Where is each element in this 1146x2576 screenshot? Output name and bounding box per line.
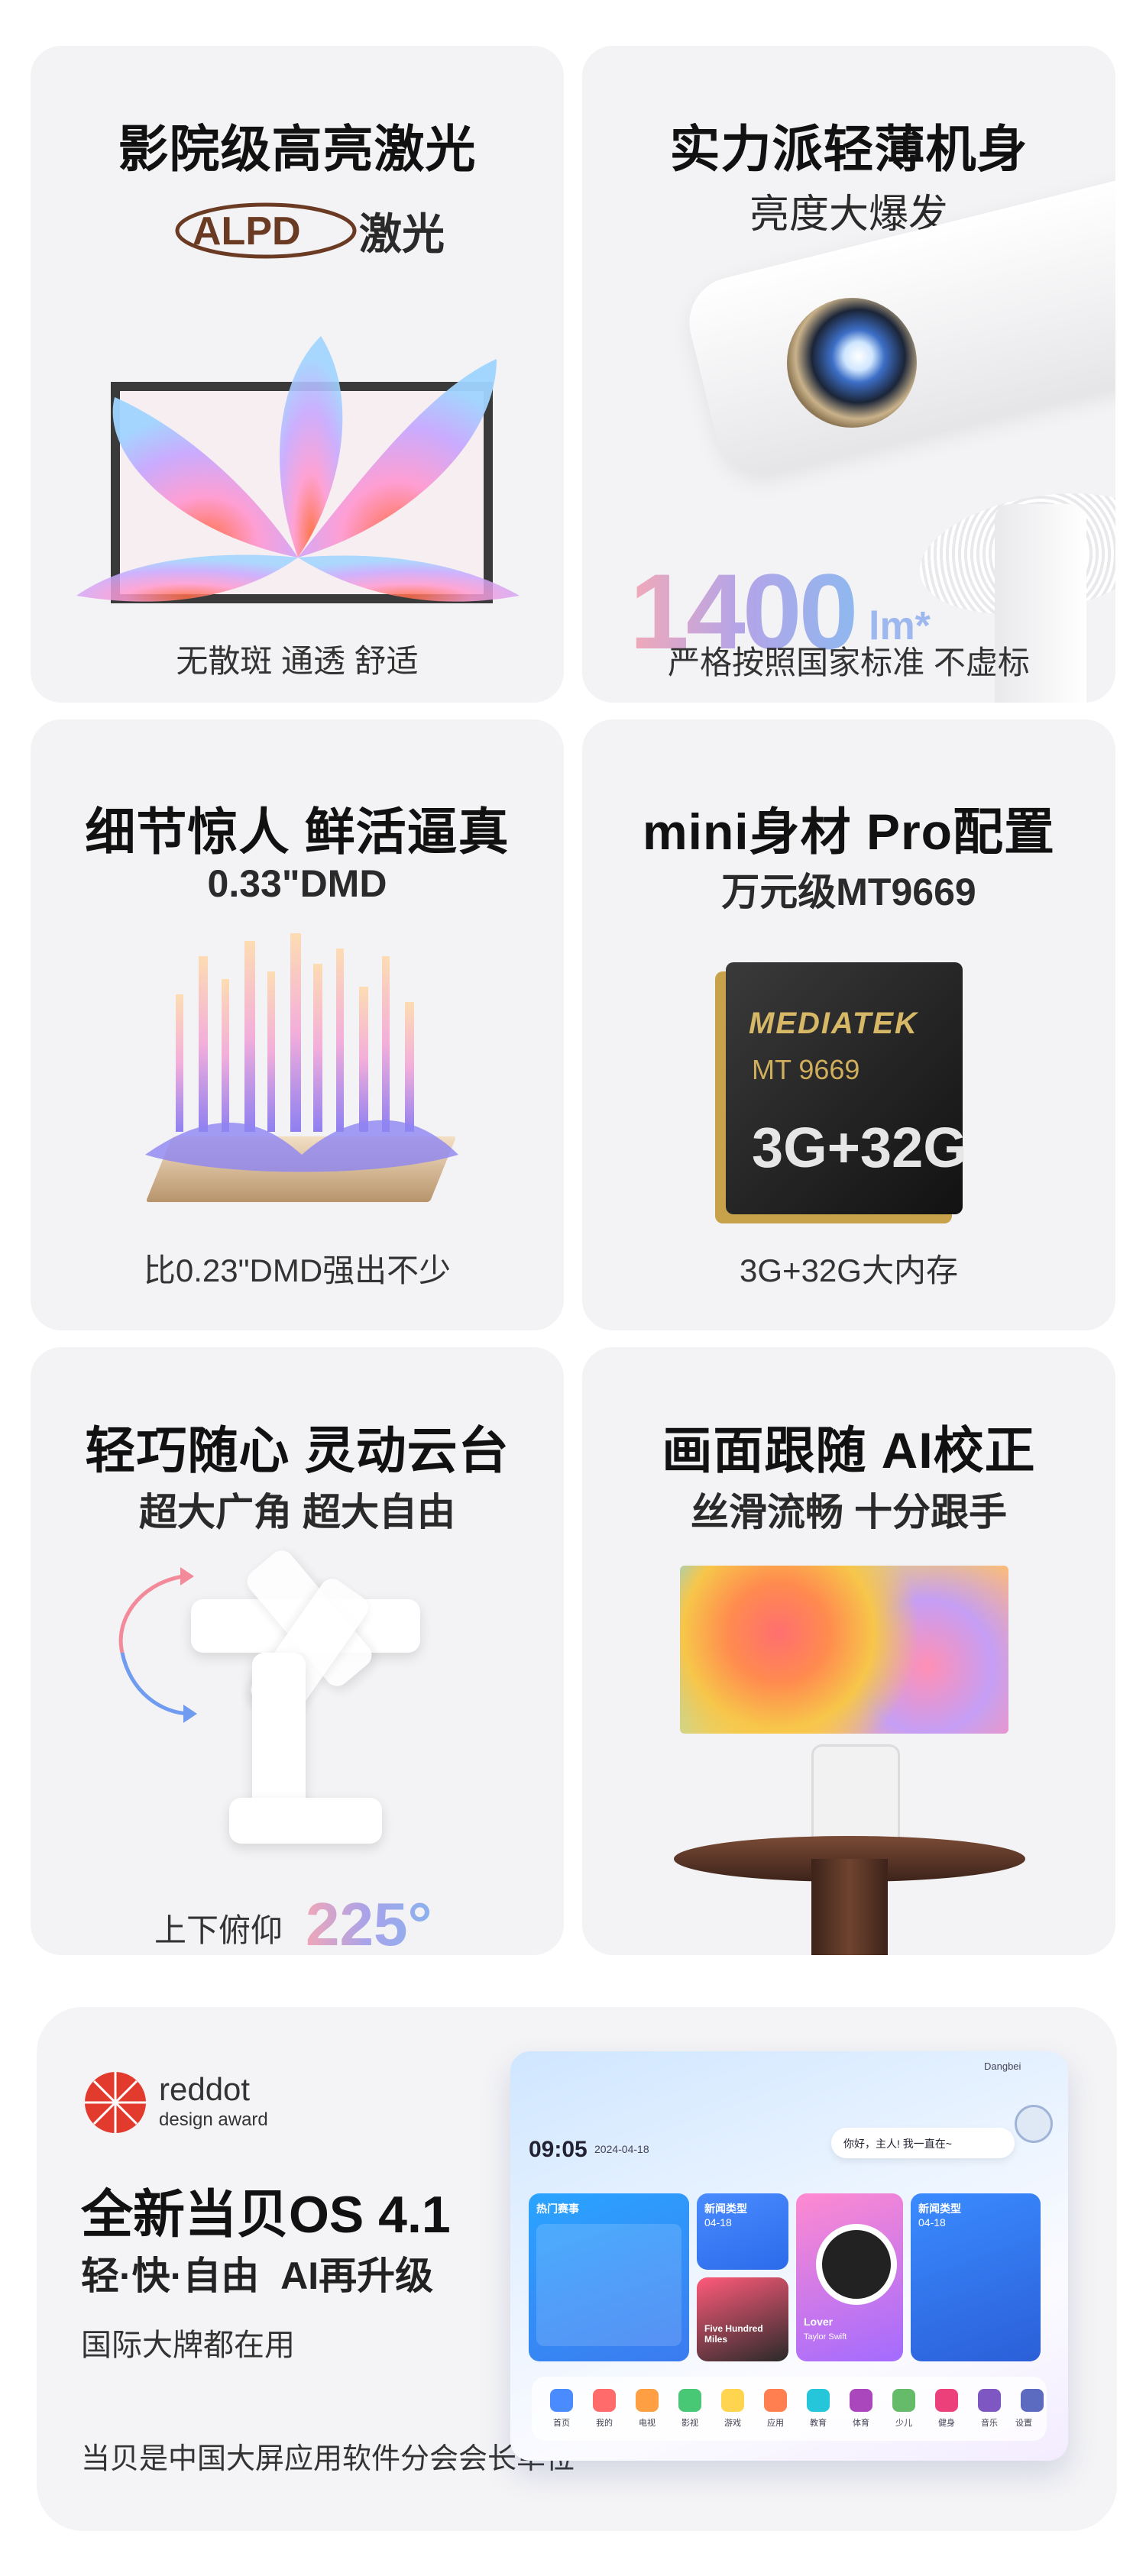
table-leg <box>811 1859 888 1955</box>
tile-news-1[interactable]: 新闻类型 04-18 <box>697 2193 788 2270</box>
dock-kids-icon[interactable] <box>892 2389 915 2412</box>
alpd-logo-text: ALPD <box>193 209 301 254</box>
dock-label: 教育 <box>810 2419 827 2428</box>
body-card-footer: 严格按照国家标准 不虚标 <box>668 645 1030 680</box>
dock-label: 首页 <box>553 2419 570 2428</box>
dock-game-icon[interactable] <box>721 2389 744 2412</box>
dock-sport-icon[interactable] <box>850 2389 872 2412</box>
chip-card-subtitle: 万元级MT9669 <box>721 871 976 913</box>
gimbal-arm <box>252 1653 306 1821</box>
chip-card: mini身材 Pro配置 万元级MT9669 MEDIATEK MT 9669 … <box>582 719 1115 1330</box>
body-card-title: 实力派轻薄机身 <box>669 121 1028 177</box>
mediatek-chip: MEDIATEK MT 9669 3G+32G <box>726 962 967 1214</box>
dock-mine-icon[interactable] <box>593 2389 616 2412</box>
os-card: reddot design award 全新当贝OS 4.1 轻·快·自由 AI… <box>37 2007 1117 2531</box>
tile-music-2-artist: Taylor Swift <box>804 2332 847 2342</box>
reddot-logo-icon <box>85 2072 146 2133</box>
dock-tv-icon[interactable] <box>636 2389 659 2412</box>
dock-label: 应用 <box>767 2419 784 2428</box>
dock-label: 游戏 <box>724 2419 741 2428</box>
dock-label: 电视 <box>639 2419 656 2428</box>
ai-card-title: 画面跟随 AI校正 <box>662 1422 1036 1479</box>
dock-fitness-icon[interactable] <box>935 2389 958 2412</box>
os-tablet-screen: 09:05 2024-04-18 你好，主人! 我一直在~ Dangbei 热门… <box>510 2051 1068 2461</box>
os-assistant-bubble[interactable]: 你好，主人! 我一直在~ <box>831 2128 1015 2158</box>
dmd-card: 细节惊人 鲜活逼真 0.33"DMD 比0.23"DMD强出不少 <box>31 719 564 1330</box>
tile-sports[interactable]: 热门赛事 <box>529 2193 689 2361</box>
dock-label: 少儿 <box>895 2419 912 2428</box>
gimbal-base <box>229 1798 382 1844</box>
laser-card-footer: 无散斑 通透 舒适 <box>176 643 419 679</box>
mini-projector <box>811 1744 900 1848</box>
gimbal-card-title: 轻巧随心 灵动云台 <box>85 1422 510 1479</box>
dock-movie-icon[interactable] <box>678 2389 701 2412</box>
chip-card-footer: 3G+32G大内存 <box>740 1252 958 1288</box>
os-subtitle: 轻·快·自由 AI再升级 <box>81 2254 434 2297</box>
dmd-card-title: 细节惊人 鲜活逼真 <box>85 803 510 860</box>
laser-card: 影院级高亮激光 ALPD 激光 无散斑 通透 舒适 <box>31 46 564 703</box>
tile-sports-title: 热门赛事 <box>536 2203 579 2215</box>
laser-card-title: 影院级高亮激光 <box>118 121 477 177</box>
robot-avatar-icon[interactable] <box>1015 2105 1053 2143</box>
dock-music-icon[interactable] <box>978 2389 1001 2412</box>
tile-music-1-title: Five Hundred Miles <box>704 2323 763 2345</box>
dock-label: 健身 <box>938 2419 955 2428</box>
dock-label: 体育 <box>853 2419 869 2428</box>
body-card: 实力派轻薄机身 亮度大爆发 1400 lm* 严格按照国家标准 不虚标 <box>582 46 1115 703</box>
tile-news-2-date: 04-18 <box>918 2216 946 2229</box>
os-note: 当贝是中国大屏应用软件分会会长单位 <box>81 2443 575 2475</box>
tile-news-2-title: 新闻类型 <box>918 2203 961 2215</box>
os-user: Dangbei <box>984 2060 1021 2072</box>
vinyl-icon <box>816 2224 897 2305</box>
lotus-flower-image <box>76 336 520 602</box>
dock-label: 影视 <box>681 2419 698 2428</box>
chip-model: MT 9669 <box>752 1054 860 1085</box>
tile-news-2[interactable]: 新闻类型 04-18 <box>911 2193 1041 2361</box>
os-time: 09:05 <box>529 2137 588 2162</box>
alpd-suffix: 激光 <box>359 210 445 258</box>
os-dock: 首页 我的 电视 影视 游戏 应用 教育 体育 少儿 健身 音乐 设置 <box>532 2377 1047 2441</box>
pitch-label: 上下俯仰 <box>154 1912 283 1948</box>
chip-memory: 3G+32G <box>752 1116 967 1179</box>
dock-label: 设置 <box>1015 2419 1032 2428</box>
projected-image <box>680 1566 1008 1734</box>
ai-card-subtitle: 丝滑流畅 十分跟手 <box>691 1491 1007 1534</box>
dmd-card-subtitle: 0.33"DMD <box>207 862 387 905</box>
tile-music-2[interactable]: Lover Taylor Swift <box>796 2193 903 2361</box>
os-date: 2024-04-18 <box>594 2143 649 2155</box>
os-line: 国际大牌都在用 <box>81 2329 295 2362</box>
dock-home-icon[interactable] <box>550 2389 573 2412</box>
projector-lens <box>787 298 917 428</box>
dock-edu-icon[interactable] <box>807 2389 830 2412</box>
dock-settings-icon[interactable] <box>1021 2389 1044 2412</box>
dmd-card-footer: 比0.23"DMD强出不少 <box>143 1252 452 1288</box>
tile-sports-matches <box>536 2224 681 2346</box>
gimbal-card: 轻巧随心 灵动云台 超大广角 超大自由 上下俯仰 225° <box>31 1347 564 1955</box>
dock-app-icon[interactable] <box>764 2389 787 2412</box>
tile-music-1[interactable]: Five Hundred Miles <box>697 2277 788 2361</box>
os-title: 全新当贝OS 4.1 <box>81 2186 451 2244</box>
reddot-sub: design award <box>159 2109 268 2130</box>
os-greeting: 你好，主人! 我一直在~ <box>843 2138 952 2150</box>
gimbal-card-subtitle: 超大广角 超大自由 <box>139 1491 455 1534</box>
rotate-arrows-icon <box>118 1567 197 1723</box>
reddot-brand: reddot <box>159 2071 251 2107</box>
dock-label: 我的 <box>596 2419 613 2428</box>
chip-card-title: mini身材 Pro配置 <box>642 803 1056 860</box>
dmd-burst-image <box>145 933 458 1172</box>
tile-news-1-date: 04-18 <box>704 2216 732 2229</box>
pitch-degrees: 225° <box>306 1889 432 1955</box>
chip-brand: MEDIATEK <box>749 1007 918 1040</box>
ai-card: 画面跟随 AI校正 丝滑流畅 十分跟手 <box>582 1347 1115 1955</box>
tile-news-1-title: 新闻类型 <box>704 2203 747 2215</box>
tile-music-2-title: Lover <box>804 2316 834 2328</box>
